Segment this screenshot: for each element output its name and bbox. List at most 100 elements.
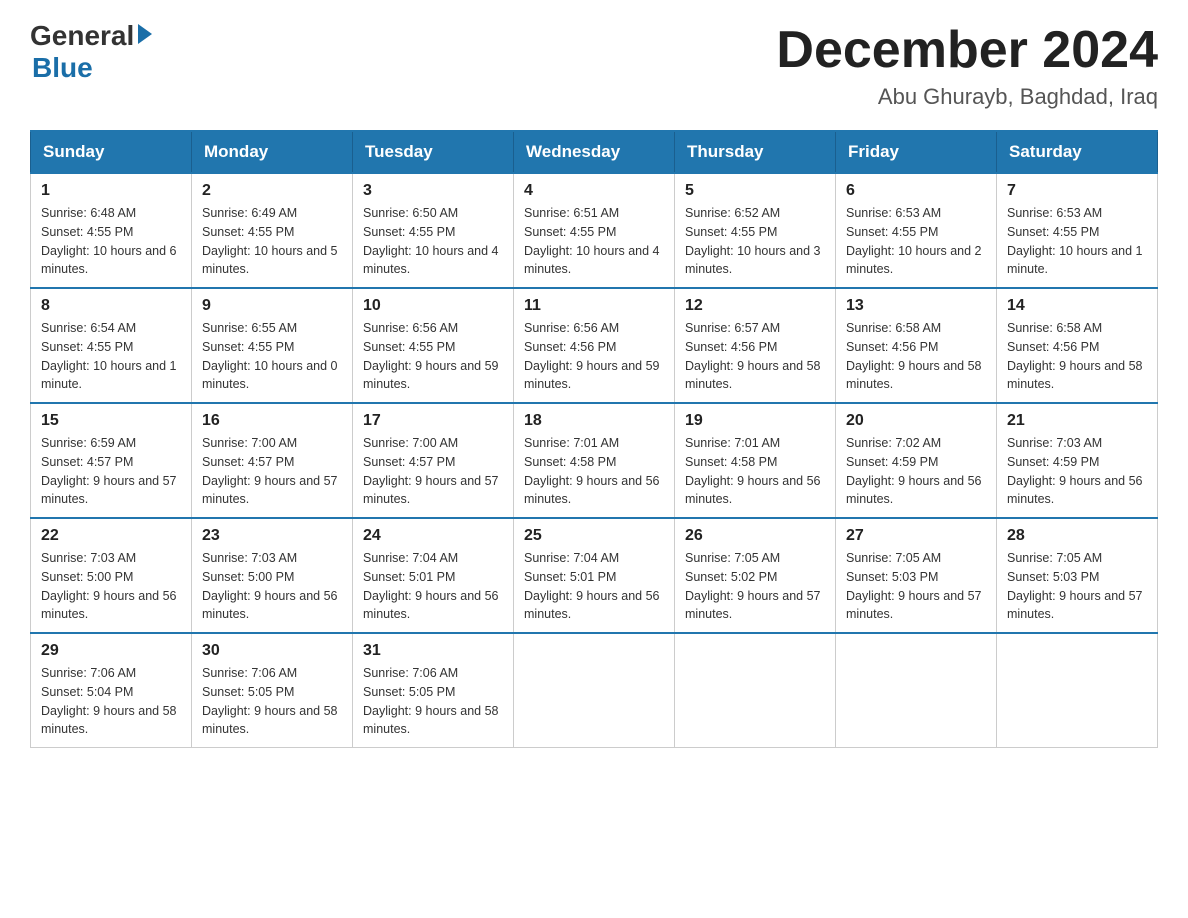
day-number: 6: [846, 182, 986, 200]
week-row-1: 1 Sunrise: 6:48 AMSunset: 4:55 PMDayligh…: [31, 173, 1158, 288]
day-info: Sunrise: 7:04 AMSunset: 5:01 PMDaylight:…: [524, 549, 664, 624]
day-number: 10: [363, 297, 503, 315]
day-info: Sunrise: 7:05 AMSunset: 5:03 PMDaylight:…: [846, 549, 986, 624]
day-info: Sunrise: 7:00 AMSunset: 4:57 PMDaylight:…: [202, 434, 342, 509]
calendar-title: December 2024: [776, 20, 1158, 80]
logo-general: General: [30, 20, 134, 52]
day-info: Sunrise: 6:56 AMSunset: 4:55 PMDaylight:…: [363, 319, 503, 394]
header-tuesday: Tuesday: [353, 131, 514, 173]
calendar-cell: 29 Sunrise: 7:06 AMSunset: 5:04 PMDaylig…: [31, 633, 192, 748]
calendar-cell: 16 Sunrise: 7:00 AMSunset: 4:57 PMDaylig…: [192, 403, 353, 518]
calendar-header-row: SundayMondayTuesdayWednesdayThursdayFrid…: [31, 131, 1158, 173]
calendar-cell: 14 Sunrise: 6:58 AMSunset: 4:56 PMDaylig…: [997, 288, 1158, 403]
day-info: Sunrise: 7:01 AMSunset: 4:58 PMDaylight:…: [685, 434, 825, 509]
week-row-3: 15 Sunrise: 6:59 AMSunset: 4:57 PMDaylig…: [31, 403, 1158, 518]
day-number: 28: [1007, 527, 1147, 545]
header-friday: Friday: [836, 131, 997, 173]
calendar-cell: 10 Sunrise: 6:56 AMSunset: 4:55 PMDaylig…: [353, 288, 514, 403]
day-number: 2: [202, 182, 342, 200]
calendar-cell: 26 Sunrise: 7:05 AMSunset: 5:02 PMDaylig…: [675, 518, 836, 633]
calendar-cell: 1 Sunrise: 6:48 AMSunset: 4:55 PMDayligh…: [31, 173, 192, 288]
calendar-cell: [514, 633, 675, 748]
calendar-cell: 9 Sunrise: 6:55 AMSunset: 4:55 PMDayligh…: [192, 288, 353, 403]
calendar-cell: 27 Sunrise: 7:05 AMSunset: 5:03 PMDaylig…: [836, 518, 997, 633]
day-info: Sunrise: 6:50 AMSunset: 4:55 PMDaylight:…: [363, 204, 503, 279]
day-number: 26: [685, 527, 825, 545]
title-section: December 2024 Abu Ghurayb, Baghdad, Iraq: [776, 20, 1158, 110]
calendar-table: SundayMondayTuesdayWednesdayThursdayFrid…: [30, 130, 1158, 748]
calendar-cell: 19 Sunrise: 7:01 AMSunset: 4:58 PMDaylig…: [675, 403, 836, 518]
header-thursday: Thursday: [675, 131, 836, 173]
day-info: Sunrise: 6:58 AMSunset: 4:56 PMDaylight:…: [846, 319, 986, 394]
day-info: Sunrise: 6:56 AMSunset: 4:56 PMDaylight:…: [524, 319, 664, 394]
calendar-cell: 17 Sunrise: 7:00 AMSunset: 4:57 PMDaylig…: [353, 403, 514, 518]
day-info: Sunrise: 6:53 AMSunset: 4:55 PMDaylight:…: [846, 204, 986, 279]
calendar-cell: 24 Sunrise: 7:04 AMSunset: 5:01 PMDaylig…: [353, 518, 514, 633]
day-number: 8: [41, 297, 181, 315]
day-number: 22: [41, 527, 181, 545]
day-info: Sunrise: 6:48 AMSunset: 4:55 PMDaylight:…: [41, 204, 181, 279]
day-info: Sunrise: 6:55 AMSunset: 4:55 PMDaylight:…: [202, 319, 342, 394]
calendar-cell: 12 Sunrise: 6:57 AMSunset: 4:56 PMDaylig…: [675, 288, 836, 403]
calendar-cell: 21 Sunrise: 7:03 AMSunset: 4:59 PMDaylig…: [997, 403, 1158, 518]
header-saturday: Saturday: [997, 131, 1158, 173]
day-info: Sunrise: 6:59 AMSunset: 4:57 PMDaylight:…: [41, 434, 181, 509]
calendar-cell: [997, 633, 1158, 748]
day-number: 9: [202, 297, 342, 315]
day-info: Sunrise: 6:52 AMSunset: 4:55 PMDaylight:…: [685, 204, 825, 279]
day-number: 21: [1007, 412, 1147, 430]
day-info: Sunrise: 6:53 AMSunset: 4:55 PMDaylight:…: [1007, 204, 1147, 279]
day-number: 17: [363, 412, 503, 430]
day-number: 16: [202, 412, 342, 430]
calendar-cell: 28 Sunrise: 7:05 AMSunset: 5:03 PMDaylig…: [997, 518, 1158, 633]
calendar-cell: 3 Sunrise: 6:50 AMSunset: 4:55 PMDayligh…: [353, 173, 514, 288]
calendar-cell: 8 Sunrise: 6:54 AMSunset: 4:55 PMDayligh…: [31, 288, 192, 403]
day-info: Sunrise: 7:05 AMSunset: 5:03 PMDaylight:…: [1007, 549, 1147, 624]
calendar-cell: 20 Sunrise: 7:02 AMSunset: 4:59 PMDaylig…: [836, 403, 997, 518]
day-number: 30: [202, 642, 342, 660]
day-number: 15: [41, 412, 181, 430]
calendar-cell: 2 Sunrise: 6:49 AMSunset: 4:55 PMDayligh…: [192, 173, 353, 288]
day-number: 14: [1007, 297, 1147, 315]
day-info: Sunrise: 7:06 AMSunset: 5:05 PMDaylight:…: [202, 664, 342, 739]
calendar-cell: 11 Sunrise: 6:56 AMSunset: 4:56 PMDaylig…: [514, 288, 675, 403]
calendar-cell: 25 Sunrise: 7:04 AMSunset: 5:01 PMDaylig…: [514, 518, 675, 633]
day-info: Sunrise: 7:01 AMSunset: 4:58 PMDaylight:…: [524, 434, 664, 509]
day-info: Sunrise: 7:03 AMSunset: 4:59 PMDaylight:…: [1007, 434, 1147, 509]
calendar-cell: 22 Sunrise: 7:03 AMSunset: 5:00 PMDaylig…: [31, 518, 192, 633]
day-info: Sunrise: 7:00 AMSunset: 4:57 PMDaylight:…: [363, 434, 503, 509]
calendar-cell: 7 Sunrise: 6:53 AMSunset: 4:55 PMDayligh…: [997, 173, 1158, 288]
day-info: Sunrise: 6:57 AMSunset: 4:56 PMDaylight:…: [685, 319, 825, 394]
calendar-cell: [675, 633, 836, 748]
day-info: Sunrise: 7:03 AMSunset: 5:00 PMDaylight:…: [41, 549, 181, 624]
day-number: 23: [202, 527, 342, 545]
header-monday: Monday: [192, 131, 353, 173]
week-row-4: 22 Sunrise: 7:03 AMSunset: 5:00 PMDaylig…: [31, 518, 1158, 633]
logo: General Blue: [30, 20, 152, 84]
calendar-cell: 30 Sunrise: 7:06 AMSunset: 5:05 PMDaylig…: [192, 633, 353, 748]
day-info: Sunrise: 6:49 AMSunset: 4:55 PMDaylight:…: [202, 204, 342, 279]
day-info: Sunrise: 7:06 AMSunset: 5:04 PMDaylight:…: [41, 664, 181, 739]
header-sunday: Sunday: [31, 131, 192, 173]
calendar-cell: 13 Sunrise: 6:58 AMSunset: 4:56 PMDaylig…: [836, 288, 997, 403]
day-number: 7: [1007, 182, 1147, 200]
calendar-cell: 15 Sunrise: 6:59 AMSunset: 4:57 PMDaylig…: [31, 403, 192, 518]
day-info: Sunrise: 6:51 AMSunset: 4:55 PMDaylight:…: [524, 204, 664, 279]
logo-blue: Blue: [32, 52, 93, 84]
calendar-cell: 5 Sunrise: 6:52 AMSunset: 4:55 PMDayligh…: [675, 173, 836, 288]
logo-arrow-icon: [138, 24, 152, 44]
day-number: 31: [363, 642, 503, 660]
day-info: Sunrise: 7:05 AMSunset: 5:02 PMDaylight:…: [685, 549, 825, 624]
day-number: 25: [524, 527, 664, 545]
day-number: 4: [524, 182, 664, 200]
calendar-cell: 4 Sunrise: 6:51 AMSunset: 4:55 PMDayligh…: [514, 173, 675, 288]
day-number: 27: [846, 527, 986, 545]
calendar-cell: 6 Sunrise: 6:53 AMSunset: 4:55 PMDayligh…: [836, 173, 997, 288]
day-number: 20: [846, 412, 986, 430]
day-number: 19: [685, 412, 825, 430]
calendar-cell: 23 Sunrise: 7:03 AMSunset: 5:00 PMDaylig…: [192, 518, 353, 633]
week-row-2: 8 Sunrise: 6:54 AMSunset: 4:55 PMDayligh…: [31, 288, 1158, 403]
calendar-cell: 31 Sunrise: 7:06 AMSunset: 5:05 PMDaylig…: [353, 633, 514, 748]
day-info: Sunrise: 6:54 AMSunset: 4:55 PMDaylight:…: [41, 319, 181, 394]
day-number: 11: [524, 297, 664, 315]
